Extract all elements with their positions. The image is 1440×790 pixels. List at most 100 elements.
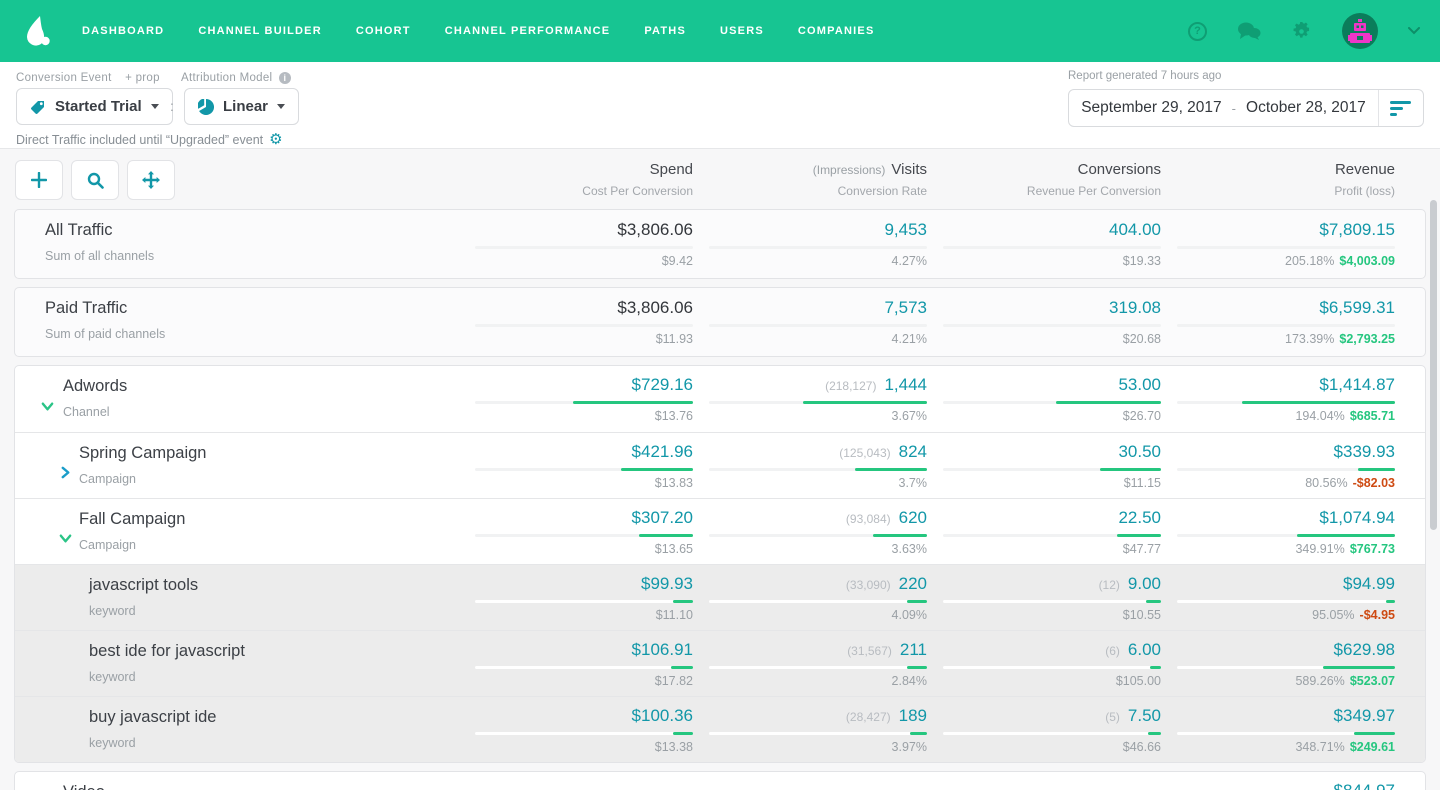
visits-meter-fill	[907, 600, 927, 603]
date-range-picker[interactable]: September 29, 2017 - October 28, 2017	[1068, 89, 1424, 127]
conversions-value: (6)6.00	[1105, 640, 1161, 660]
nav-item-paths[interactable]: PATHS	[644, 25, 686, 37]
row-name: All Traffic	[45, 221, 459, 240]
revenue-value-text: $1,414.87	[1319, 375, 1395, 395]
add-prop-link[interactable]: + prop	[125, 72, 160, 84]
conversions-cell: 22.50$47.77	[943, 508, 1161, 556]
revenue-header: Revenue	[1335, 161, 1395, 178]
nav-item-channel-performance[interactable]: CHANNEL PERFORMANCE	[445, 25, 611, 37]
spend-subvalue: $11.10	[656, 608, 693, 622]
table-row[interactable]: Spring CampaignCampaign$421.96$13.83(125…	[15, 432, 1425, 498]
nav-item-companies[interactable]: COMPANIES	[798, 25, 875, 37]
row-name-cell: Fall CampaignCampaign	[15, 499, 459, 564]
filter-options-button[interactable]	[1379, 101, 1423, 116]
visits-subvalue: 3.7%	[899, 476, 928, 490]
visits-meter	[709, 534, 927, 537]
reorder-button[interactable]	[127, 160, 175, 200]
gear-icon[interactable]	[1291, 21, 1312, 42]
spend-cell: $307.20$13.65	[475, 508, 693, 556]
table-row[interactable]: buy javascript idekeyword$100.36$13.38(2…	[15, 696, 1425, 762]
conversions-value-text: 7.50	[1128, 706, 1161, 726]
visits-value: 7,573	[884, 298, 927, 318]
revenue-value: $629.98	[1334, 640, 1395, 660]
visits-cell: 7,5734.21%	[709, 298, 927, 346]
search-button[interactable]	[71, 160, 119, 200]
revenue-value: $339.93	[1334, 442, 1395, 462]
column-header-visits[interactable]: (Impressions)Visits Conversion Rate	[709, 161, 927, 200]
chevron-down-icon[interactable]	[41, 400, 54, 418]
revenue-cell: $7,809.15205.18%$4,003.09	[1177, 220, 1395, 268]
date-separator: -	[1232, 101, 1236, 116]
table-row[interactable]: javascript toolskeyword$99.93$11.10(33,0…	[15, 564, 1425, 630]
profit-percent: 80.56%	[1305, 476, 1347, 490]
info-icon[interactable]: i	[279, 72, 291, 84]
visits-subvalue: 3.97%	[892, 740, 927, 754]
row-name: Video	[63, 783, 459, 790]
nav-item-channel-builder[interactable]: CHANNEL BUILDER	[198, 25, 322, 37]
spend-subvalue: $13.83	[655, 476, 693, 490]
revenue-meter-fill	[1354, 732, 1395, 735]
spend-value: $3,806.06	[617, 298, 693, 318]
visits-count-badge: (33,090)	[846, 578, 891, 592]
spend-subvalue: $17.82	[655, 674, 693, 688]
column-header-spend[interactable]: Spend Cost Per Conversion	[475, 161, 693, 200]
visits-subvalue: 3.67%	[892, 409, 927, 423]
table-row[interactable]: best ide for javascriptkeyword$106.91$17…	[15, 630, 1425, 696]
table-header: Spend Cost Per Conversion (Impressions)V…	[15, 160, 1425, 200]
spend-meter	[475, 324, 693, 327]
vertical-scrollbar[interactable]	[1430, 200, 1437, 530]
chevron-down-icon[interactable]	[59, 532, 72, 550]
spend-value: $307.20	[632, 508, 693, 528]
visits-meter	[709, 600, 927, 603]
visits-value-text: 1,444	[884, 375, 927, 395]
nav-item-dashboard[interactable]: DASHBOARD	[82, 25, 164, 37]
chevron-right-icon[interactable]	[59, 466, 72, 484]
conversions-value: (12)9.00	[1099, 574, 1161, 594]
table-row[interactable]: VideoChannel$392.9687514.00$844.97	[15, 772, 1425, 790]
conversion-event-label-text: Conversion Event	[16, 72, 112, 84]
spend-value: $106.91	[632, 640, 693, 660]
row-name-cell: AdwordsChannel	[15, 366, 459, 432]
conversion-event-dropdown[interactable]: Started Trial	[16, 88, 173, 125]
spend-meter	[475, 732, 693, 735]
conversions-value-text: 9.00	[1128, 574, 1161, 594]
revenue-cell: $629.98589.26%$523.07	[1177, 640, 1395, 688]
add-channel-button[interactable]	[15, 160, 63, 200]
attribution-model-dropdown[interactable]: Linear	[184, 88, 299, 125]
help-icon[interactable]: ?	[1188, 22, 1207, 41]
conversions-subvalue: $46.66	[1123, 740, 1161, 754]
column-header-conversions[interactable]: Conversions Revenue Per Conversion	[943, 161, 1161, 200]
table-row[interactable]: Fall CampaignCampaign $307.20$13.65 (93,08…	[15, 498, 1425, 564]
nav-item-cohort[interactable]: COHORT	[356, 25, 411, 37]
spend-value: $99.93	[641, 574, 693, 594]
chat-icon[interactable]	[1237, 21, 1261, 41]
visits-value-text: 9,453	[884, 220, 927, 240]
revenue-cell: $1,414.87194.04%$685.71	[1177, 375, 1395, 423]
visits-value: (93,084)620	[846, 508, 927, 528]
attribution-logo-icon[interactable]	[20, 14, 54, 48]
search-icon	[87, 172, 104, 189]
table-row[interactable]: Paid TrafficSum of paid channels$3,806.0…	[15, 288, 1425, 356]
revenue-meter	[1177, 534, 1395, 537]
nav-item-users[interactable]: USERS	[720, 25, 764, 37]
attribution-model-value: Linear	[223, 98, 268, 115]
row-subtitle: Campaign	[79, 538, 459, 552]
conversions-subvalue: $47.77	[1123, 542, 1161, 556]
visits-value: (33,090)220	[846, 574, 927, 594]
conversions-meter	[943, 732, 1161, 735]
conversions-meter	[943, 324, 1161, 327]
nav-menu: DASHBOARD CHANNEL BUILDER COHORT CHANNEL…	[82, 25, 875, 37]
avatar[interactable]	[1342, 13, 1378, 49]
revenue-value-text: $6,599.31	[1319, 298, 1395, 318]
settings-gear-icon[interactable]: ⚙	[269, 132, 282, 147]
row-name-cell: buy javascript idekeyword	[15, 697, 459, 762]
column-header-revenue[interactable]: Revenue Profit (loss)	[1177, 161, 1395, 200]
revenue-meter-fill	[1386, 600, 1395, 603]
table-row[interactable]: AdwordsChannel$729.16$13.76(218,127)1,44…	[15, 366, 1425, 432]
conversions-subvalue: $19.33	[1123, 254, 1161, 268]
table-row[interactable]: All TrafficSum of all channels$3,806.06$…	[15, 210, 1425, 278]
conversions-value: 53.00	[1118, 375, 1161, 395]
profit-amount: $685.71	[1350, 409, 1395, 423]
visits-cell: (33,090)2204.09%	[709, 574, 927, 622]
account-caret-down-icon[interactable]	[1408, 27, 1420, 35]
